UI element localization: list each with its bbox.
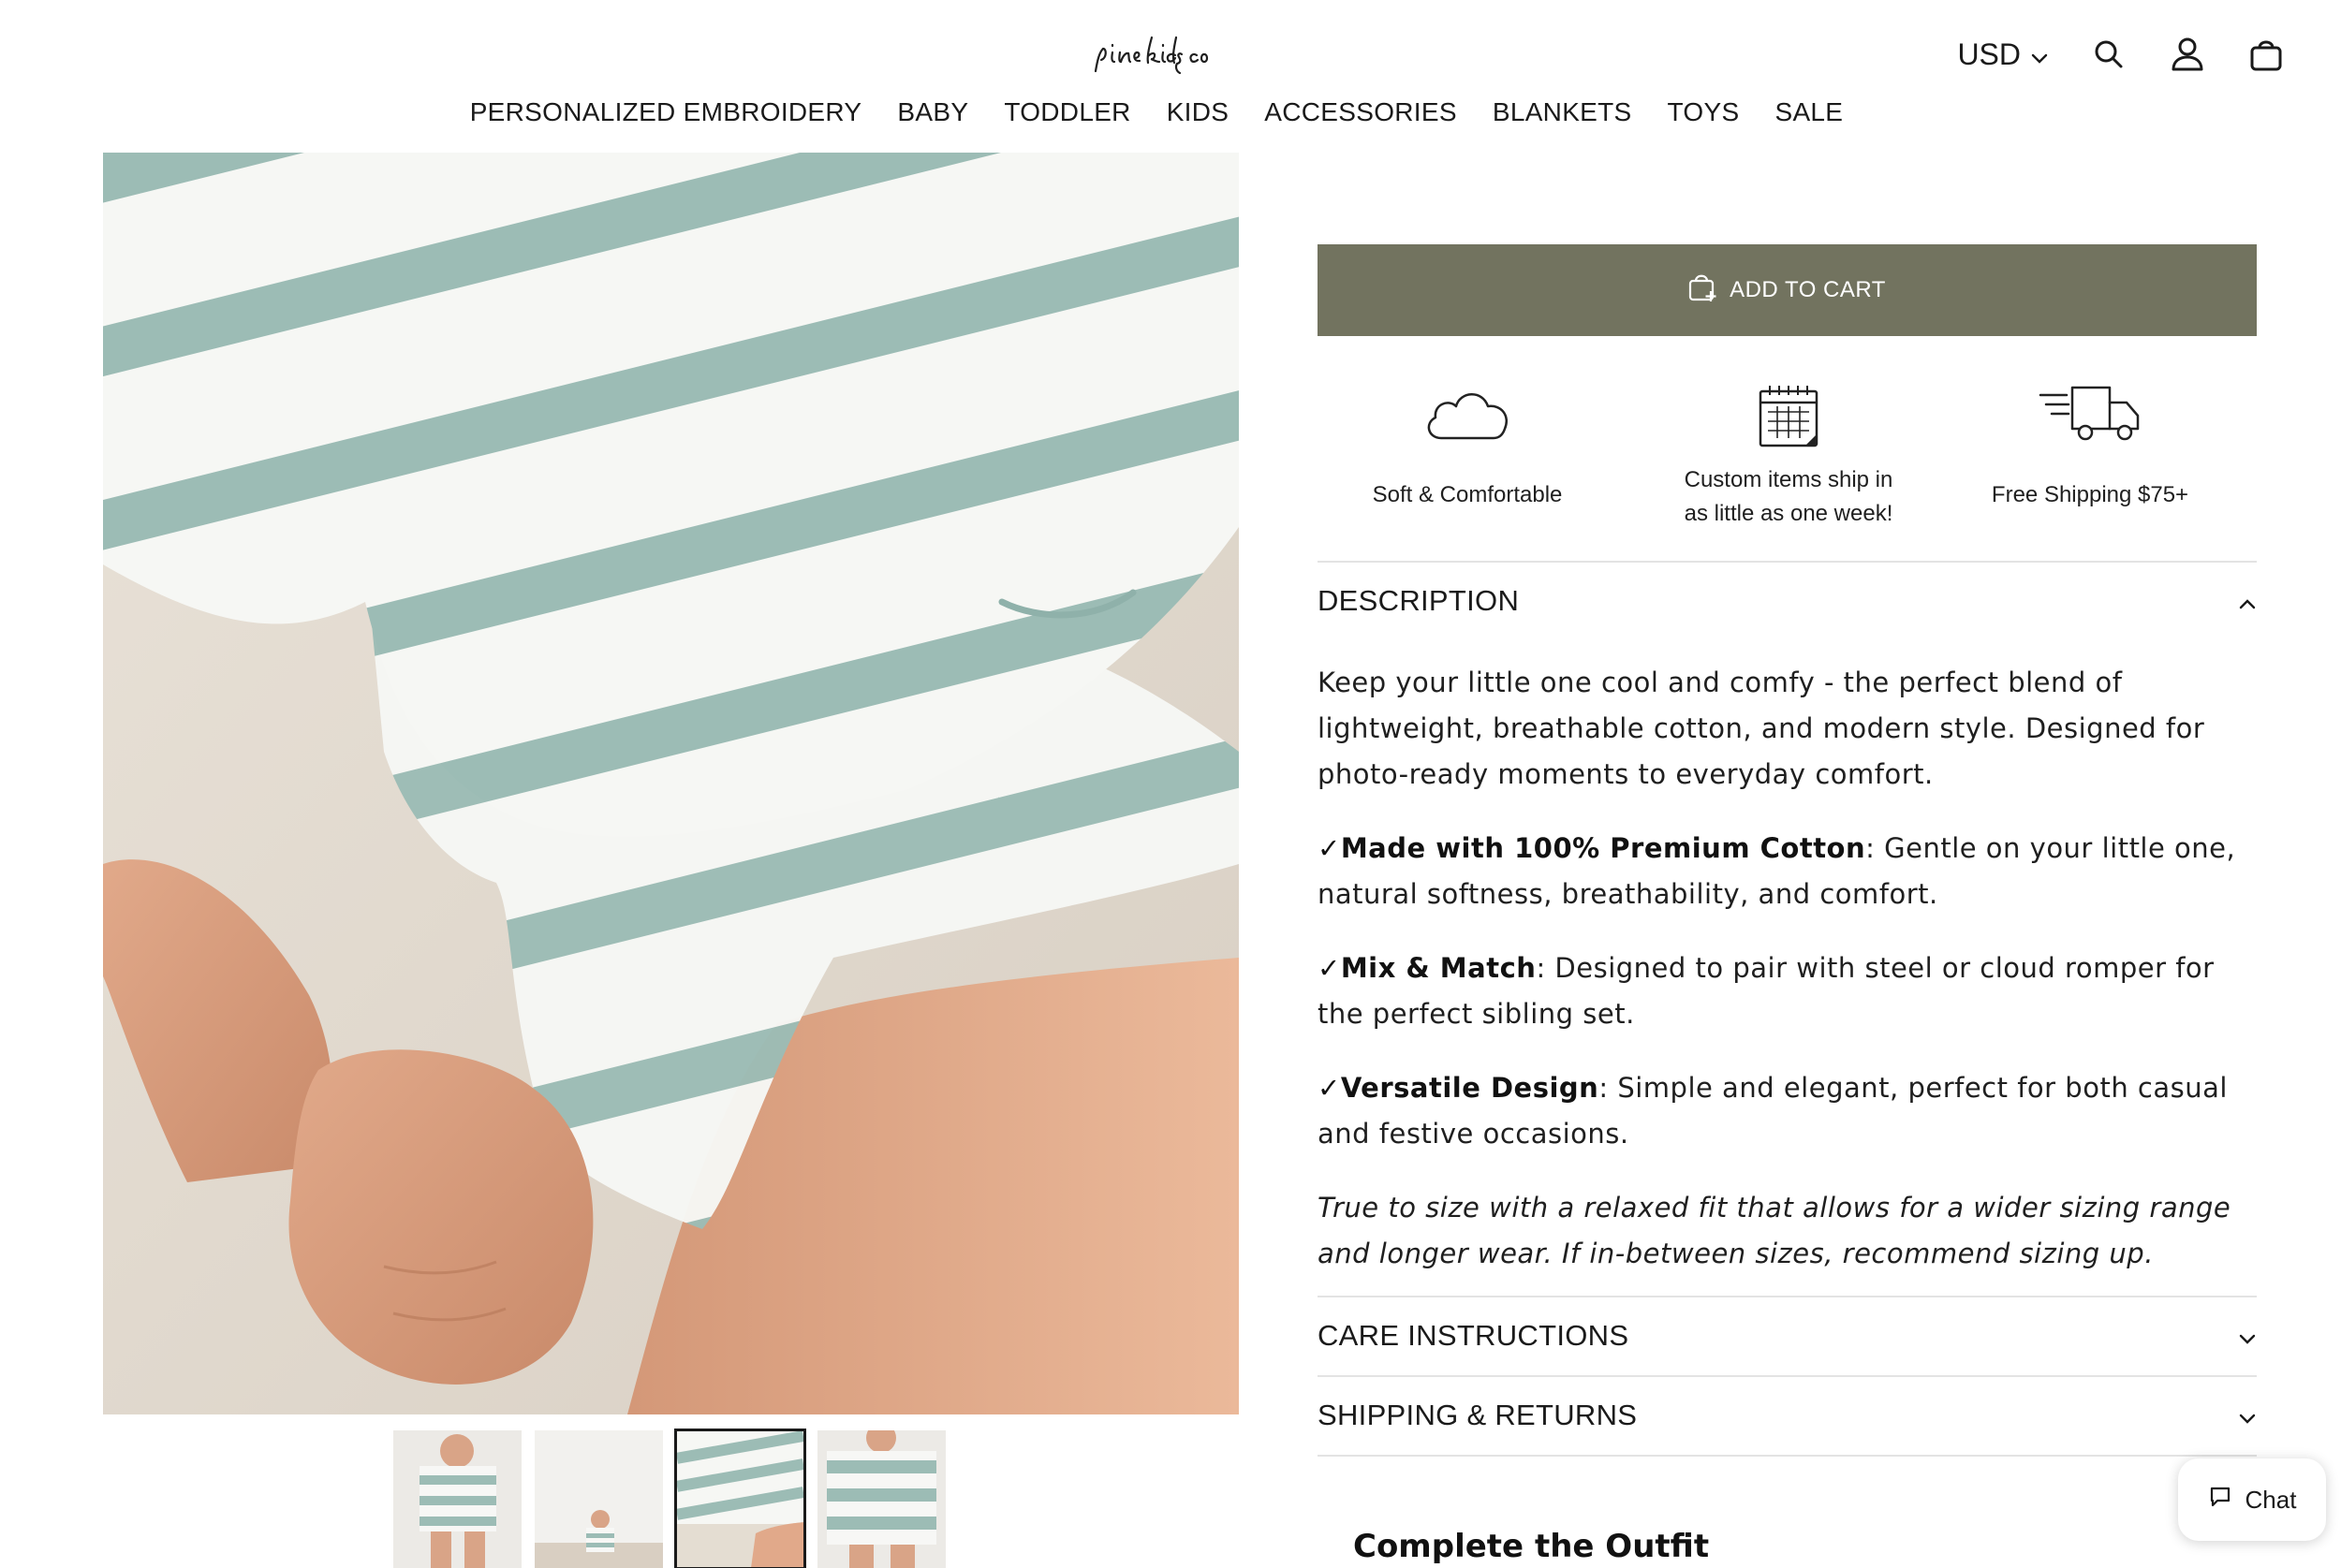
feature-free-shipping: Free Shipping $75+ xyxy=(1940,374,2240,512)
feature-free-shipping-label: Free Shipping $75+ xyxy=(1991,482,2189,507)
add-to-cart-label: ADD TO CART xyxy=(1730,277,1886,302)
main-nav: PERSONALIZED EMBROIDERY BABY TODDLER KID… xyxy=(0,97,2313,127)
divider xyxy=(1318,1375,2257,1377)
cart-icon[interactable] xyxy=(2247,36,2285,73)
nav-item-personalized-embroidery[interactable]: PERSONALIZED EMBROIDERY xyxy=(470,97,862,127)
description-heading: DESCRIPTION xyxy=(1318,584,1520,617)
currency-label: USD xyxy=(1957,37,2021,71)
feature-custom-ship: Custom items ship in as little as one we… xyxy=(1639,384,1938,531)
thumbnail-1[interactable] xyxy=(393,1430,522,1568)
check-icon: ✓ xyxy=(1318,1072,1341,1104)
thumbnail-3[interactable] xyxy=(674,1429,806,1568)
bullet-title: Mix & Match xyxy=(1340,952,1537,984)
chevron-down-icon xyxy=(2238,1399,2257,1432)
calendar-icon xyxy=(1639,384,1938,460)
thumbnail-4[interactable] xyxy=(817,1430,946,1568)
delivery-truck-icon xyxy=(1940,374,2240,460)
description-body: Keep your little one cool and comfy - th… xyxy=(1318,660,2257,1305)
chat-bubble-icon xyxy=(2208,1485,2232,1516)
feature-soft: Soft & Comfortable xyxy=(1318,374,1617,512)
bullet-title: Versatile Design xyxy=(1340,1072,1599,1104)
nav-item-toys[interactable]: TOYS xyxy=(1668,97,1740,127)
divider xyxy=(1318,1296,2257,1297)
bullet-title: Made with 100% Premium Cotton xyxy=(1340,832,1866,864)
description-bullet-1: ✓Made with 100% Premium Cotton: Gentle o… xyxy=(1318,826,2257,917)
chat-label: Chat xyxy=(2245,1485,2297,1514)
chevron-down-icon xyxy=(2238,1319,2257,1353)
shipping-accordion-header[interactable]: SHIPPING & RETURNS xyxy=(1318,1387,2257,1443)
header-tools: USD xyxy=(1957,28,2285,81)
chevron-up-icon xyxy=(2238,584,2257,618)
feature-custom-line2: as little as one week! xyxy=(1684,501,1893,526)
feature-highlights: Soft & Comfortable Custom items ship in … xyxy=(1318,374,2257,526)
check-icon: ✓ xyxy=(1318,952,1341,984)
chevron-down-icon xyxy=(2030,37,2049,72)
description-bullet-2: ✓Mix & Match: Designed to pair with stee… xyxy=(1318,945,2257,1037)
care-heading: CARE INSTRUCTIONS xyxy=(1318,1319,1629,1352)
site-header: USD PERSONALIZED EMBROIDERY BABY TODDLER… xyxy=(0,0,2341,150)
nav-item-sale[interactable]: SALE xyxy=(1774,97,1843,127)
care-accordion-header[interactable]: CARE INSTRUCTIONS xyxy=(1318,1308,2257,1364)
nav-item-accessories[interactable]: ACCESSORIES xyxy=(1264,97,1457,127)
nav-item-kids[interactable]: KIDS xyxy=(1167,97,1229,127)
description-accordion-header[interactable]: DESCRIPTION xyxy=(1318,573,2257,629)
fit-note: True to size with a relaxed fit that all… xyxy=(1318,1192,2231,1269)
add-to-cart-button[interactable]: ADD TO CART xyxy=(1318,244,2257,336)
feature-soft-label: Soft & Comfortable xyxy=(1372,482,1563,507)
thumbnail-2[interactable] xyxy=(535,1430,663,1568)
search-icon[interactable] xyxy=(2090,36,2128,73)
shipping-heading: SHIPPING & RETURNS xyxy=(1318,1399,1638,1431)
account-icon[interactable] xyxy=(2169,36,2206,73)
product-main-image[interactable] xyxy=(103,153,1239,1414)
divider xyxy=(1318,561,2257,563)
nav-item-baby[interactable]: BABY xyxy=(897,97,968,127)
logo-mark xyxy=(1094,36,1209,75)
nav-item-blankets[interactable]: BLANKETS xyxy=(1493,97,1632,127)
cloud-icon xyxy=(1318,374,1617,460)
currency-selector[interactable]: USD xyxy=(1957,37,2049,72)
complete-the-outfit-heading: Complete the Outfit xyxy=(1353,1528,1710,1565)
thumbnail-strip xyxy=(393,1429,946,1568)
description-bullet-3: ✓Versatile Design: Simple and elegant, p… xyxy=(1318,1065,2257,1157)
divider xyxy=(1318,1455,2257,1457)
logo[interactable] xyxy=(1086,24,1227,90)
description-intro: Keep your little one cool and comfy - th… xyxy=(1318,667,2205,790)
product-photo xyxy=(103,153,1239,1414)
cart-add-icon xyxy=(1688,272,1716,309)
check-icon: ✓ xyxy=(1318,832,1341,864)
nav-item-toddler[interactable]: TODDLER xyxy=(1004,97,1130,127)
feature-custom-line1: Custom items ship in xyxy=(1684,467,1893,492)
chat-button[interactable]: Chat xyxy=(2178,1458,2326,1541)
